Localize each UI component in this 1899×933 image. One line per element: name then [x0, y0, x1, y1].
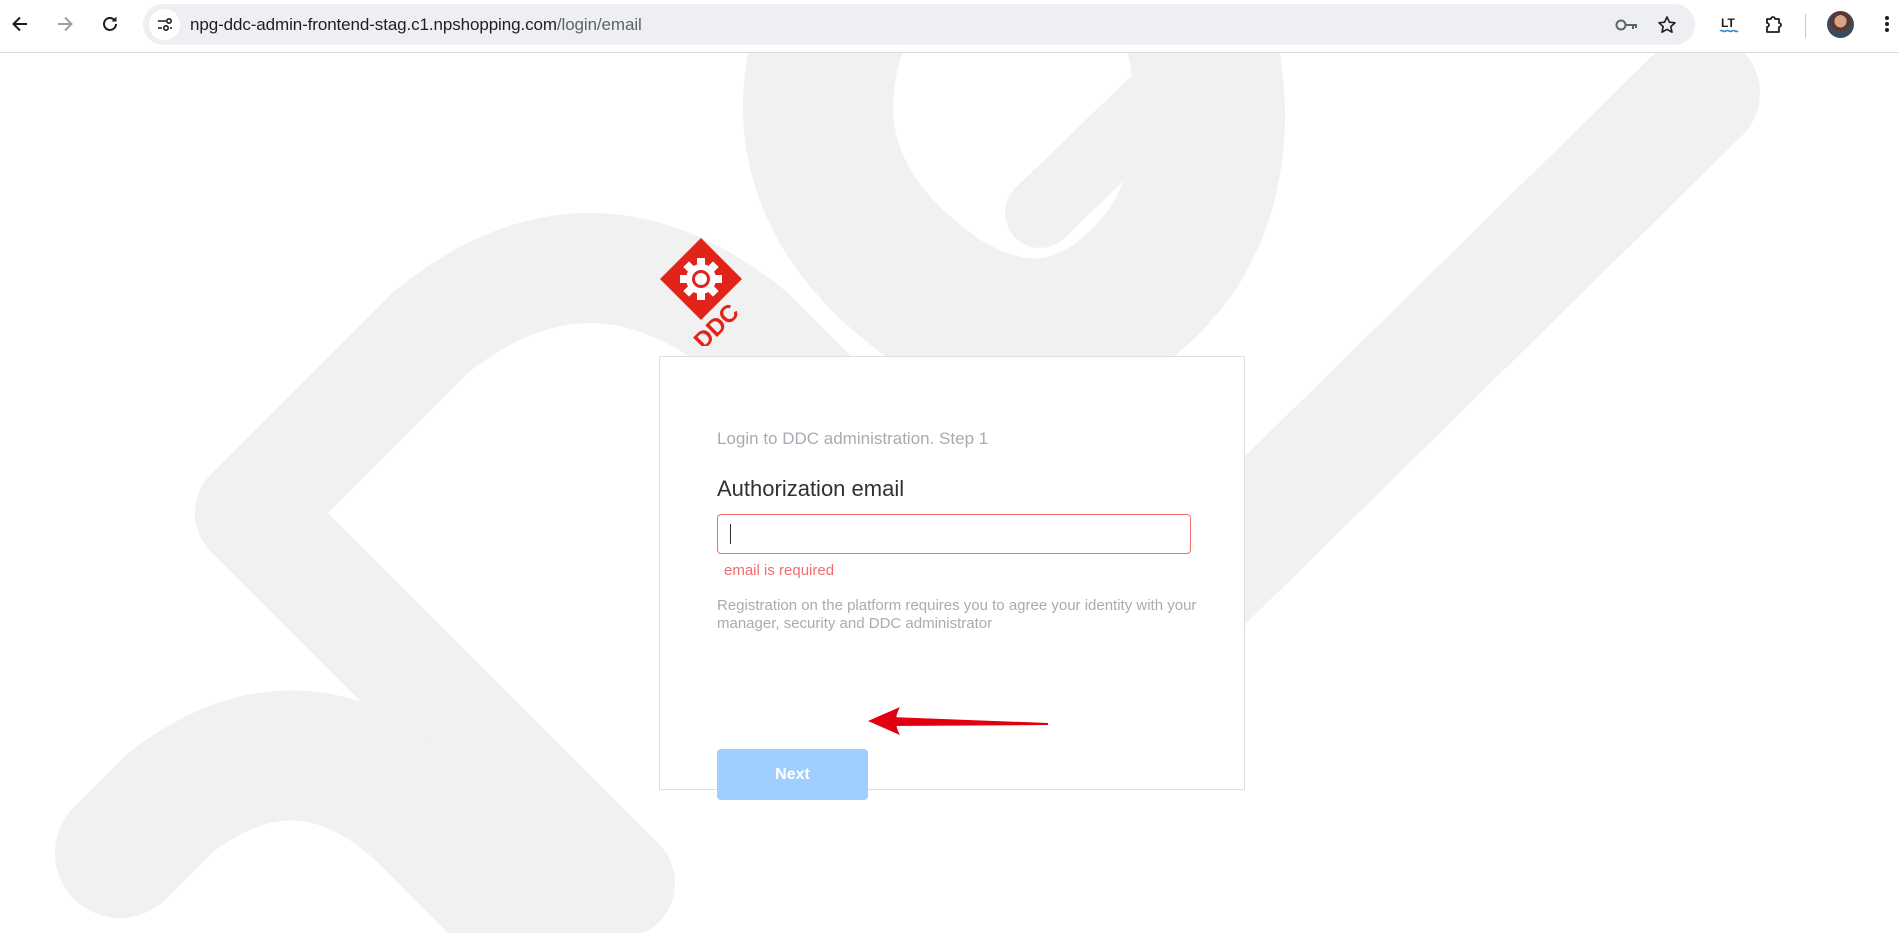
address-bar[interactable]: npg-ddc-admin-frontend-stag.c1.npshoppin… [143, 4, 1695, 45]
lt-extension-icon[interactable]: LT [1713, 8, 1745, 40]
registration-hint: Registration on the platform requires yo… [717, 597, 1197, 632]
star-icon[interactable] [1651, 9, 1682, 40]
email-label: Authorization email [717, 476, 905, 501]
email-field[interactable] [717, 514, 1191, 554]
key-icon[interactable] [1611, 9, 1642, 40]
annotation-arrow-icon [868, 707, 1048, 735]
avatar[interactable] [1827, 11, 1854, 38]
toolbar-divider [1805, 14, 1806, 38]
url-host: npg-ddc-admin-frontend-stag.c1.npshoppin… [190, 15, 557, 34]
email-error-message: email is required [724, 562, 835, 579]
back-arrow-icon[interactable] [4, 8, 36, 40]
url-text[interactable]: npg-ddc-admin-frontend-stag.c1.npshoppin… [190, 15, 642, 35]
forward-arrow-icon[interactable] [49, 8, 81, 40]
next-button[interactable]: Next [717, 749, 868, 800]
tune-icon[interactable] [149, 9, 180, 40]
puzzle-icon[interactable] [1758, 8, 1790, 40]
browser-toolbar: npg-ddc-admin-frontend-stag.c1.npshoppin… [0, 0, 1899, 53]
reload-icon[interactable] [94, 8, 126, 40]
kebab-menu-icon[interactable] [1871, 8, 1899, 40]
text-caret [730, 524, 731, 544]
svg-text:LT: LT [1721, 16, 1735, 30]
ddc-logo: DDC [660, 238, 745, 346]
url-path: /login/email [556, 15, 642, 34]
step-title: Login to DDC administration. Step 1 [717, 429, 989, 448]
login-page: DDC Login to DDC administration. Step 1 … [0, 53, 1899, 933]
